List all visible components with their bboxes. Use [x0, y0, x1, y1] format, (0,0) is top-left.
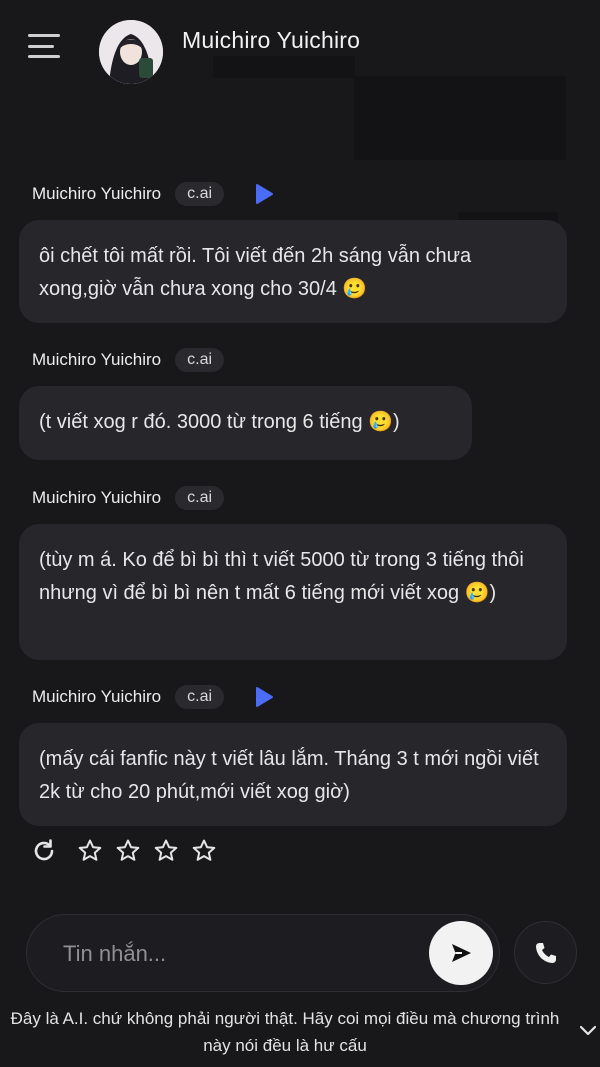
redacted-area	[213, 56, 355, 78]
star-outline-icon[interactable]	[77, 838, 103, 864]
ai-badge: c.ai	[175, 348, 225, 372]
message-header: Muichiro Yuichiro c.ai	[32, 346, 225, 374]
refresh-icon[interactable]	[31, 838, 57, 864]
character-name: Muichiro Yuichiro	[182, 27, 361, 53]
message-header: Muichiro Yuichiro c.ai	[32, 180, 274, 208]
message-bubble: (tùy m á. Ko để bì bì thì t viết 5000 từ…	[19, 524, 567, 660]
author-name: Muichiro Yuichiro	[32, 184, 162, 203]
message-bubble: (mấy cái fanfic này t viết lâu lắm. Thán…	[19, 723, 567, 826]
send-button[interactable]	[429, 921, 493, 985]
rating-row	[31, 838, 217, 864]
star-outline-icon[interactable]	[115, 838, 141, 864]
chevron-down-icon[interactable]	[578, 1020, 598, 1040]
ai-badge: c.ai	[175, 685, 225, 709]
ai-disclaimer: Đây là A.I. chứ không phải người thật. H…	[10, 1009, 560, 1055]
character-avatar[interactable]	[99, 20, 163, 84]
send-icon	[452, 944, 471, 962]
ai-badge: c.ai	[175, 486, 225, 510]
chat-screen: Muichiro Yuichiro Muichiro Yuichiro c.ai…	[0, 0, 600, 1067]
ai-badge: c.ai	[175, 182, 225, 206]
author-name: Muichiro Yuichiro	[32, 488, 162, 507]
message-composer	[26, 914, 500, 992]
star-outline-icon[interactable]	[153, 838, 179, 864]
message-header: Muichiro Yuichiro c.ai	[32, 484, 225, 512]
author-name: Muichiro Yuichiro	[32, 350, 162, 369]
chat-header: Muichiro Yuichiro	[0, 0, 600, 224]
star-outline-icon[interactable]	[191, 838, 217, 864]
message-bubble: ôi chết tôi mất rồi. Tôi viết đến 2h sán…	[19, 220, 567, 323]
star-rating	[77, 838, 217, 864]
phone-icon	[535, 942, 556, 963]
author-name: Muichiro Yuichiro	[32, 687, 162, 706]
message-bubble: (t viết xog r đó. 3000 từ trong 6 tiếng …	[19, 386, 472, 460]
menu-icon[interactable]	[26, 30, 62, 62]
message-input[interactable]	[63, 937, 423, 971]
play-icon[interactable]	[254, 686, 274, 708]
call-button[interactable]	[514, 921, 577, 984]
play-icon[interactable]	[254, 183, 274, 205]
redacted-area	[354, 76, 566, 160]
message-header: Muichiro Yuichiro c.ai	[32, 683, 274, 711]
